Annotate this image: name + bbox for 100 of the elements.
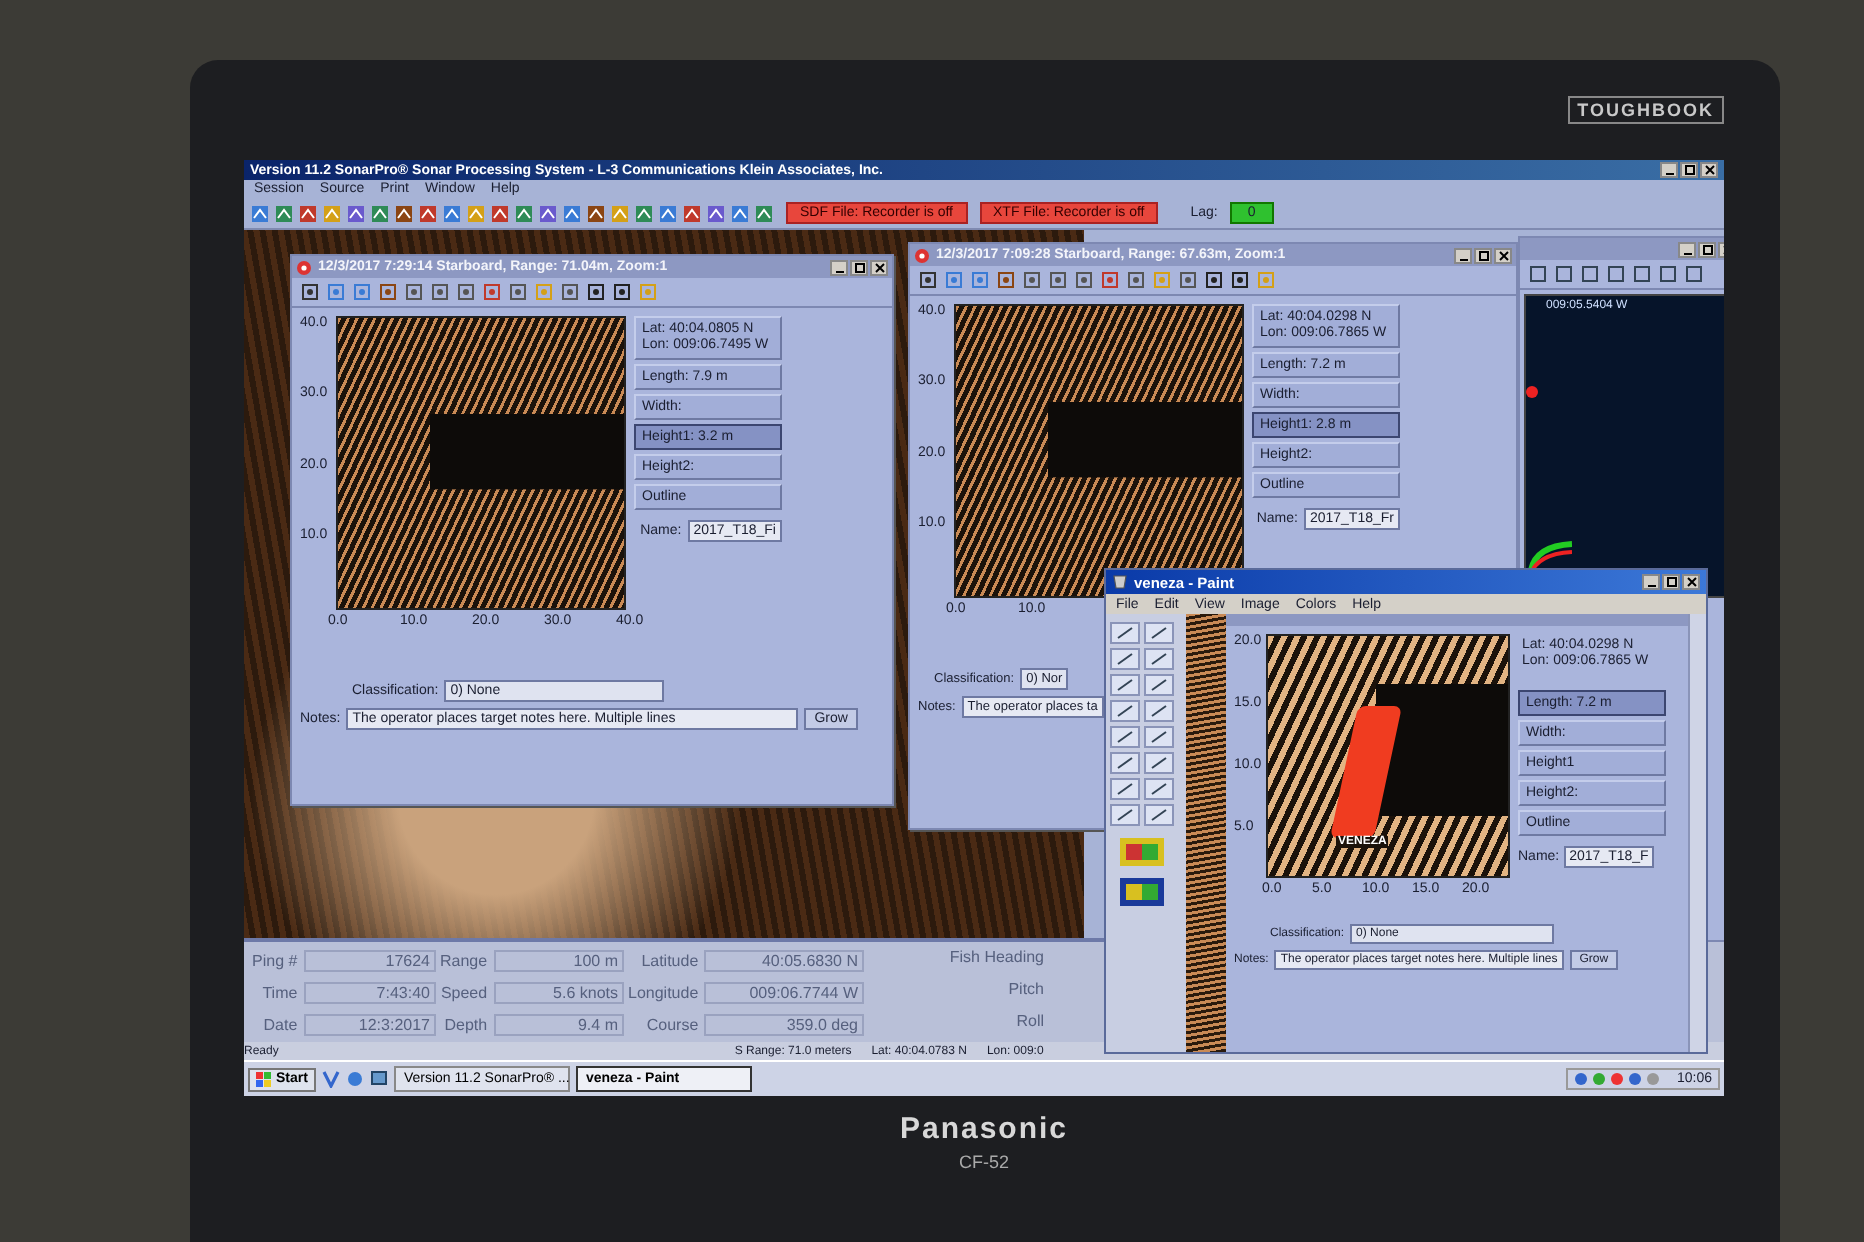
minimize-button[interactable] [830,259,848,276]
maximize-button[interactable] [850,259,868,276]
tool-icon[interactable] [394,203,414,224]
tool-icon[interactable] [1580,264,1600,285]
tool-icon[interactable] [418,203,438,224]
tool-icon[interactable] [612,282,632,303]
minimize-button[interactable] [1454,247,1472,264]
tool-icon[interactable] [730,203,750,224]
tool-icon[interactable] [442,203,462,224]
sensor-label: Range [440,951,488,970]
close-button[interactable] [1494,247,1512,264]
tool-icon[interactable] [250,203,270,224]
sensor-label: Ping # [252,951,298,970]
target-icon [296,259,312,276]
minimize-button[interactable] [1678,241,1696,258]
tool-icon[interactable] [1554,264,1574,285]
maximize-button[interactable] [1474,247,1492,264]
tool-icon[interactable] [1204,270,1224,291]
sensor-value: 359.0 deg [704,1013,864,1036]
tool-icon[interactable] [514,203,534,224]
tool-icon[interactable] [378,282,398,303]
tool-icon[interactable] [1606,264,1626,285]
close-icon [1703,164,1715,177]
tool-icon[interactable] [404,282,424,303]
tool-icon[interactable] [1144,804,1174,827]
tool-icon[interactable] [1178,270,1198,291]
tool-icon[interactable] [1110,726,1140,749]
quick-launch-icon[interactable] [321,1070,340,1089]
tool-icon[interactable] [1110,622,1140,645]
tool-icon[interactable] [1658,264,1678,285]
tool-icon[interactable] [1632,264,1652,285]
tool-icon[interactable] [1144,648,1174,671]
maximize-icon [1477,249,1489,262]
close-icon [1685,576,1697,589]
tool-icon[interactable] [456,282,476,303]
close-button[interactable] [1682,574,1700,591]
tool-icon[interactable] [1048,270,1068,291]
sensor-label: Date [261,1015,298,1034]
target-marker [1329,706,1403,839]
tool-icon[interactable] [1022,270,1042,291]
tool-icon[interactable] [706,203,726,224]
sensor-value: 5.6 knots [493,981,624,1004]
tool-icon[interactable] [1110,700,1140,723]
tool-icon[interactable] [560,282,580,303]
tool-icon[interactable] [298,203,318,224]
tool-icon[interactable] [1110,778,1140,801]
windows-flag-icon [256,1071,272,1088]
color-icon[interactable] [1120,878,1164,907]
tool-icon[interactable] [754,203,774,224]
tool-icon[interactable] [682,203,702,224]
tool-icon[interactable] [1230,270,1250,291]
sensor-value: 40:05.6830 N [704,949,864,972]
tool-icon[interactable] [1144,674,1174,697]
tool-icon[interactable] [1684,264,1704,285]
tool-icon[interactable] [430,282,450,303]
desktop-icon[interactable] [369,1070,388,1089]
tool-icon[interactable] [1144,622,1174,645]
minimize-button[interactable] [1660,162,1678,179]
tool-icon[interactable] [1110,804,1140,827]
color-icon[interactable] [1120,838,1164,867]
tool-icon[interactable] [1110,752,1140,775]
tool-icon[interactable] [1144,778,1174,801]
tool-icon[interactable] [1144,752,1174,775]
tool-icon[interactable] [508,282,528,303]
tool-icon[interactable] [658,203,678,224]
tool-icon[interactable] [370,203,390,224]
position-dot-icon [1526,386,1538,399]
tool-icon[interactable] [1126,270,1146,291]
minimize-button[interactable] [1642,574,1660,591]
tool-icon[interactable] [1144,700,1174,723]
tool-icon[interactable] [346,203,366,224]
tool-icon[interactable] [1528,264,1548,285]
tool-icon[interactable] [918,270,938,291]
tool-icon[interactable] [538,203,558,224]
tool-icon[interactable] [996,270,1016,291]
tool-icon[interactable] [1074,270,1094,291]
maximize-icon [1683,164,1695,177]
maximize-button[interactable] [1698,241,1716,258]
scrollbar[interactable] [1688,614,1706,1053]
tool-icon[interactable] [1110,674,1140,697]
target-icon [914,247,930,264]
close-icon [873,261,885,274]
tool-icon[interactable] [562,203,582,224]
maximize-button[interactable] [1662,574,1680,591]
sensor-label: Fish Heading [947,947,1044,966]
maximize-button[interactable] [1680,162,1698,179]
tool-icon[interactable] [634,203,654,224]
tool-icon[interactable] [300,282,320,303]
tool-icon[interactable] [1144,726,1174,749]
tool-icon[interactable] [274,203,294,224]
tool-icon[interactable] [490,203,510,224]
tool-icon[interactable] [586,203,606,224]
model-label: CF-52 [958,1152,1009,1172]
tool-icon[interactable] [1110,648,1140,671]
close-button[interactable] [1700,162,1718,179]
close-button[interactable] [870,259,888,276]
tool-icon[interactable] [586,282,606,303]
sensor-label: Speed [440,983,488,1002]
maximize-icon [1665,576,1677,589]
sensor-value: 100 m [493,949,624,972]
